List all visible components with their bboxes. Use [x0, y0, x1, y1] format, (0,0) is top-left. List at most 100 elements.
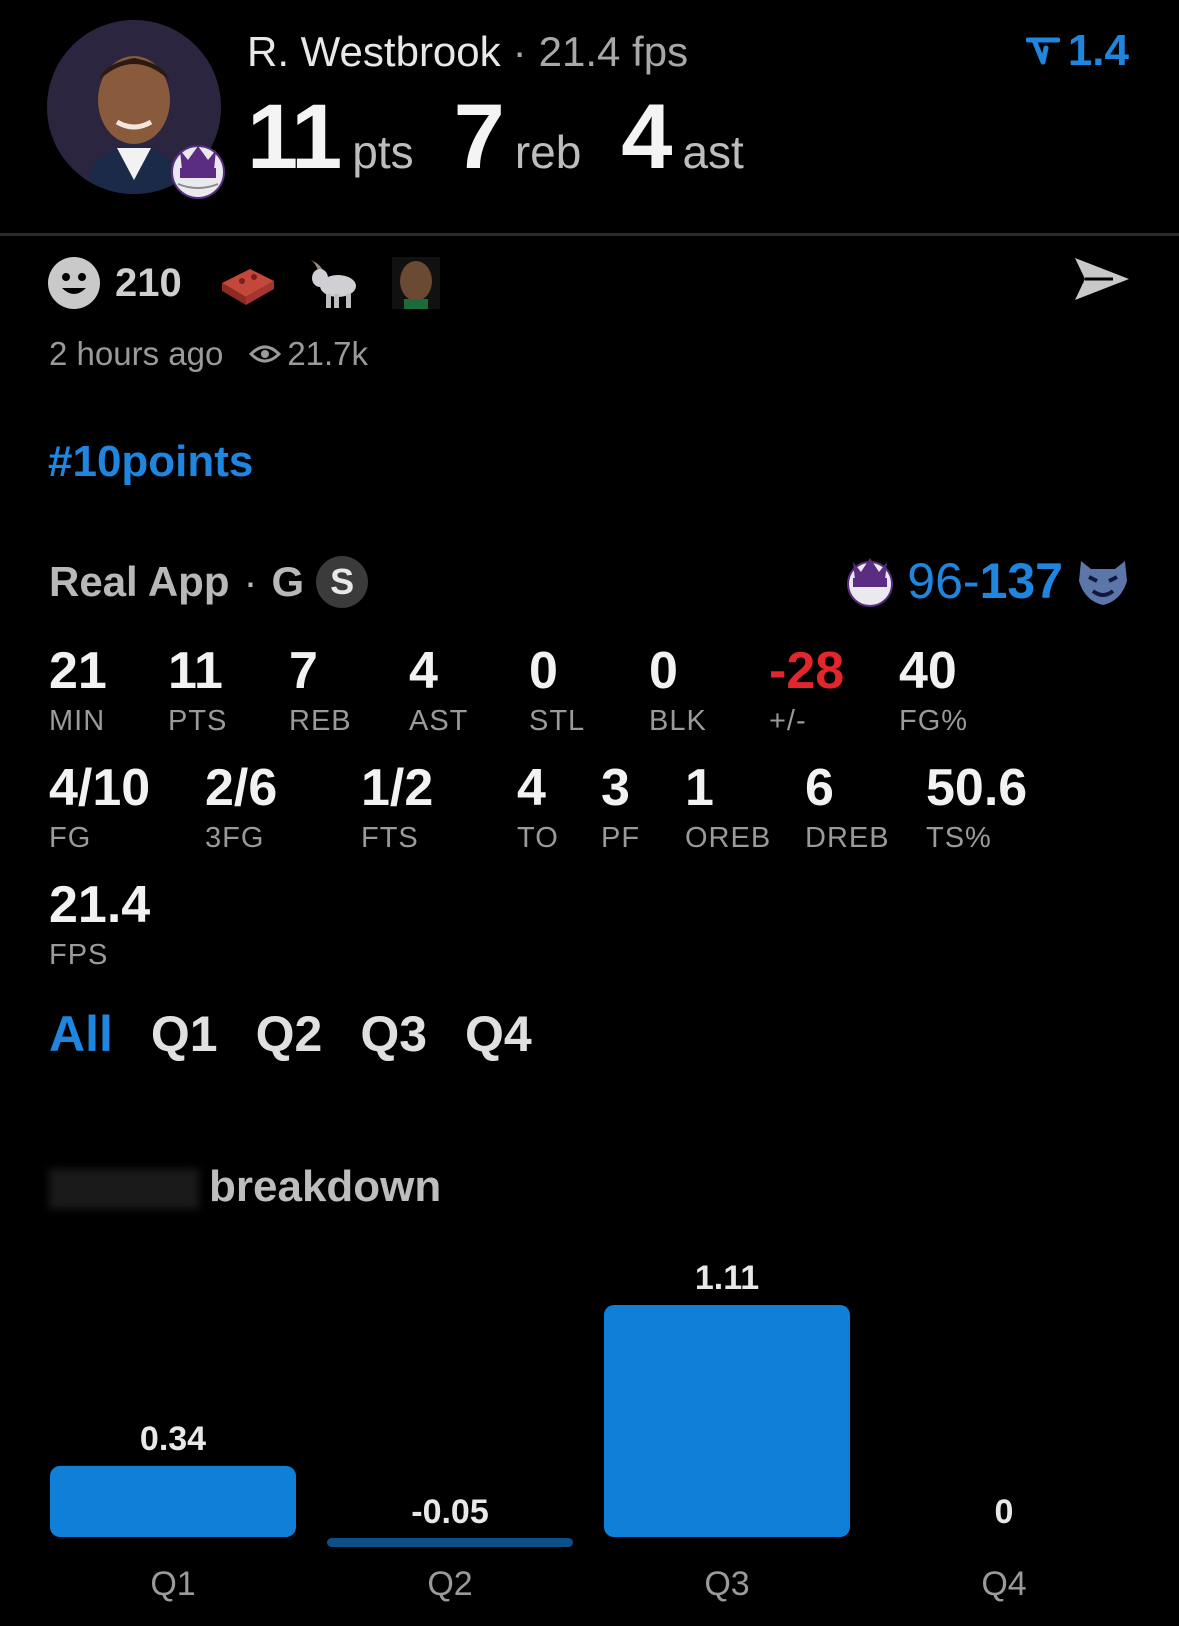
stat-ts-pct: 50.6 TS%	[926, 762, 1027, 855]
view-count: 21.7k	[287, 335, 369, 372]
stat-label: REB	[289, 705, 352, 737]
stat-fg: 4/10 FG	[49, 762, 150, 855]
blurred-text	[49, 1169, 199, 1210]
stat-value: 0	[649, 642, 678, 700]
headline-reb-unit: reb	[514, 126, 582, 178]
source-app: Real App	[49, 558, 230, 605]
chart-data-label: 0.34	[140, 1420, 206, 1458]
tab-all[interactable]: All	[49, 1005, 113, 1063]
stat-label: STL	[529, 705, 586, 737]
score-dash: -	[962, 553, 980, 609]
chart-data-label: 0	[995, 1493, 1014, 1531]
tab-q3[interactable]: Q3	[360, 1005, 427, 1063]
source-separator: ·	[243, 558, 258, 605]
chart-category-label: Q1	[150, 1565, 195, 1603]
stat-value: 50.6	[926, 759, 1028, 817]
score-kings: 96	[907, 553, 963, 609]
chart-category-label: Q4	[981, 1565, 1026, 1603]
section-title-text: breakdown	[209, 1162, 442, 1211]
goat-reaction-icon[interactable]	[306, 256, 362, 310]
stat-value: 21	[49, 642, 107, 700]
smiley-reaction-icon[interactable]	[47, 256, 101, 310]
stat-value: -28	[769, 642, 845, 700]
brick-reaction-icon[interactable]	[220, 261, 276, 305]
stat-fps: 21.4 FPS	[49, 879, 150, 972]
section-title: breakdown	[49, 1162, 441, 1212]
tab-q1[interactable]: Q1	[151, 1005, 218, 1063]
stat-value: 3	[601, 759, 630, 817]
chart-category-label: Q3	[704, 1565, 749, 1603]
headline-pts-unit: pts	[352, 126, 414, 178]
stat-label: TS%	[926, 822, 992, 854]
eye-icon	[249, 345, 282, 363]
player-fps: 21.4 fps	[538, 28, 689, 75]
stat-label: +/-	[769, 705, 807, 737]
header-divider	[0, 233, 1179, 236]
stat-value: 4	[517, 759, 546, 817]
stat-oreb: 1 OREB	[685, 762, 771, 855]
tab-q2[interactable]: Q2	[256, 1005, 323, 1063]
stat-stl: 0 STL	[529, 645, 585, 738]
stat-label: AST	[409, 705, 469, 737]
stat-label: TO	[517, 822, 559, 854]
stat-label: PF	[601, 822, 641, 854]
player-title: R. Westbrook · 21.4 fps	[247, 28, 688, 76]
stat-pf: 3 PF	[601, 762, 640, 855]
stat-plus-minus: -28 +/-	[769, 645, 844, 738]
stat-label: FTS	[361, 822, 419, 854]
stat-value: 4	[409, 642, 438, 700]
reaction-count: 210	[115, 260, 182, 305]
tab-q4[interactable]: Q4	[465, 1005, 532, 1063]
stat-3fg: 2/6 3FG	[205, 762, 277, 855]
stat-value: 4/10	[49, 759, 151, 817]
stat-dreb: 6 DREB	[805, 762, 890, 855]
post-meta: 2 hours ago 21.7k	[49, 335, 368, 373]
headline-stats: 11 pts 7 reb 4 ast	[247, 85, 784, 190]
fps-breakdown-chart: 0.34 Q1 -0.05 Q2 1.11 Q3 0 Q4	[50, 1259, 1027, 1603]
chart-bar-q1[interactable]	[50, 1465, 296, 1537]
headline-pts-value: 11	[247, 86, 342, 188]
share-send-icon[interactable]	[1073, 256, 1131, 302]
stat-to: 4 TO	[517, 762, 559, 855]
stat-value: 0	[529, 642, 558, 700]
game-score[interactable]: 96-137	[845, 552, 1131, 610]
kings-logo-icon	[847, 558, 894, 607]
stat-fg-pct: 40 FG%	[899, 645, 968, 738]
player-name[interactable]: R. Westbrook	[247, 28, 501, 75]
headline-ast-value: 4	[621, 86, 672, 188]
headline-ast-unit: ast	[682, 126, 744, 178]
stat-label: FPS	[49, 939, 109, 971]
quarter-tabs: All Q1 Q2 Q3 Q4	[49, 1005, 532, 1063]
player-position: G	[271, 558, 305, 605]
stat-label: OREB	[685, 822, 772, 854]
stat-value: 2/6	[205, 759, 278, 817]
chart-category-label: Q2	[427, 1565, 472, 1603]
stat-value: 11	[168, 642, 223, 700]
stat-value: 7	[289, 642, 318, 700]
stat-label: FG	[49, 822, 92, 854]
stat-value: 1/2	[361, 759, 434, 817]
stat-label: BLK	[649, 705, 707, 737]
trend-value: 1.4	[1067, 26, 1129, 75]
stat-label: FG%	[899, 705, 969, 737]
trend-down-icon	[1025, 37, 1060, 65]
stat-value: 21.4	[49, 876, 151, 934]
score-text: 96-137	[907, 552, 1063, 610]
kings-logo-icon	[170, 140, 226, 200]
stat-min: 21 MIN	[49, 645, 107, 738]
post-timestamp: 2 hours ago	[49, 335, 224, 372]
score-grizzlies: 137	[979, 553, 1063, 609]
stat-reb: 7 REB	[289, 645, 352, 738]
stat-value: 40	[899, 642, 957, 700]
trend-indicator: 1.4	[1025, 26, 1129, 76]
stat-value: 1	[685, 759, 714, 817]
chart-bar-q2[interactable]	[327, 1538, 573, 1547]
player-face-reaction-icon[interactable]	[391, 257, 440, 309]
chart-bar-q3[interactable]	[604, 1305, 850, 1537]
stat-ast: 4 AST	[409, 645, 468, 738]
source-row: Real App · G S	[49, 556, 369, 608]
stat-pts: 11 PTS	[168, 645, 227, 738]
stat-label: MIN	[49, 705, 106, 737]
stat-blk: 0 BLK	[649, 645, 707, 738]
hashtag-link[interactable]: #10points	[48, 437, 253, 487]
